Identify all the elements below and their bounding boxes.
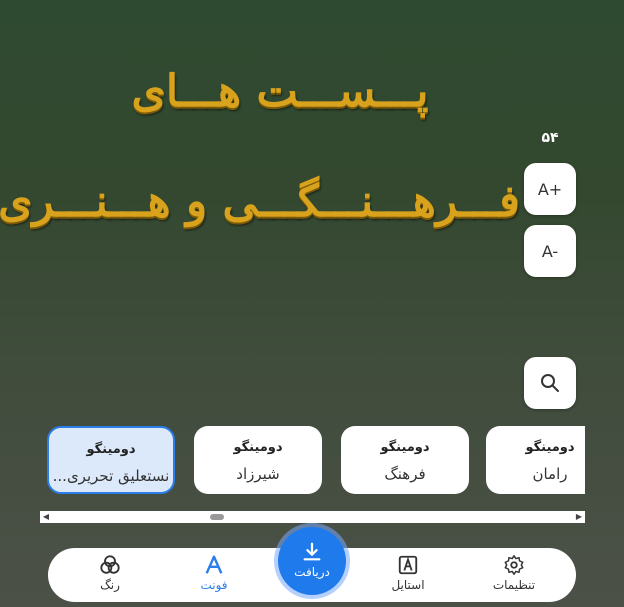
font-name: فرهنگ <box>384 465 426 483</box>
font-preview: دومینگو <box>380 440 430 455</box>
scroll-thumb[interactable] <box>210 514 224 520</box>
font-name: رامان <box>532 465 568 483</box>
font-size-readout: ۵۴ <box>541 130 559 146</box>
nav-font[interactable]: فونت <box>174 554 254 592</box>
nav-settings[interactable]: تنظیمات <box>474 554 554 592</box>
font-preview: دومینگو <box>86 442 136 457</box>
increase-size-button[interactable]: A+ <box>524 163 576 215</box>
search-button[interactable] <box>524 357 576 409</box>
search-icon <box>541 374 559 392</box>
nav-style[interactable]: استایل <box>368 554 448 592</box>
nav-color-label: رنگ <box>100 578 120 592</box>
font-card-farhang[interactable]: دومینگو فرهنگ <box>341 426 469 494</box>
nav-color[interactable]: رنگ <box>70 554 150 592</box>
font-card-shirzad[interactable]: دومینگو شیرزاد <box>194 426 322 494</box>
canvas-text-line-1[interactable]: پـــســـت هـــای <box>40 66 520 117</box>
gear-icon <box>504 555 524 575</box>
font-icon <box>205 555 223 574</box>
style-icon <box>398 555 418 575</box>
download-icon <box>303 542 321 561</box>
decrease-size-label: A- <box>541 241 559 261</box>
font-card-raman[interactable]: دومینگو رامان <box>486 426 585 494</box>
scroll-left-arrow-icon[interactable]: ◀ <box>40 511 52 523</box>
nav-style-label: استایل <box>391 578 425 592</box>
font-name: نستعلیق تحریری... <box>52 467 170 485</box>
horizontal-scrollbar[interactable]: ◀ ▶ <box>40 511 585 523</box>
download-button[interactable]: دریافت <box>278 527 346 595</box>
font-preview: دومینگو <box>525 440 575 455</box>
increase-size-label: A+ <box>537 179 563 199</box>
decrease-size-button[interactable]: A- <box>524 225 576 277</box>
font-picker-strip[interactable]: دومینگو رامان دومینگو فرهنگ دومینگو شیرز… <box>40 426 585 498</box>
font-name: شیرزاد <box>236 465 280 483</box>
scroll-right-arrow-icon[interactable]: ▶ <box>573 511 585 523</box>
font-preview: دومینگو <box>233 440 283 455</box>
color-icon <box>100 555 120 574</box>
canvas-text-line-2[interactable]: فـــرهـــنـــگـــی و هـــنـــری <box>0 176 520 227</box>
nav-settings-label: تنظیمات <box>492 578 536 592</box>
nav-font-label: فونت <box>200 578 228 592</box>
download-label: دریافت <box>294 565 330 579</box>
font-card-nastaliq-selected[interactable]: دومینگو نستعلیق تحریری... <box>47 426 175 494</box>
